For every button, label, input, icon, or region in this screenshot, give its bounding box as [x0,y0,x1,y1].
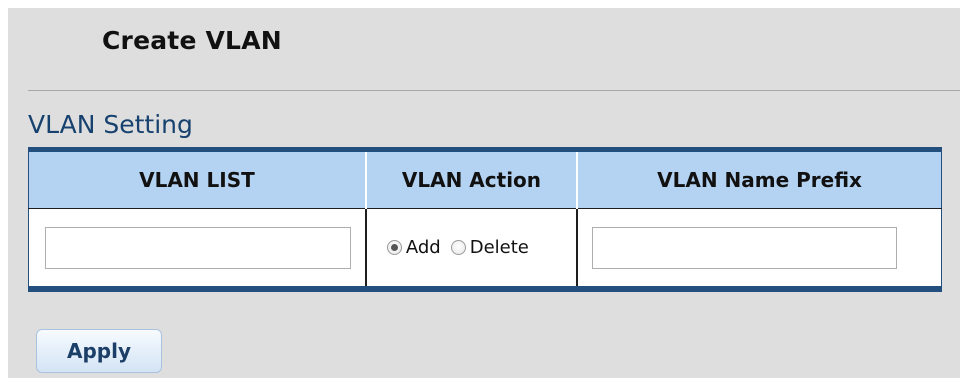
vlan-action-radio-group: Add Delete [367,209,576,286]
vlan-action-delete-option[interactable]: Delete [450,237,529,258]
vlan-name-prefix-input[interactable] [592,226,898,269]
column-header-vlan-action: VLAN Action [365,149,579,209]
vlan-name-prefix-cell [577,208,942,289]
vlan-action-cell: Add Delete [365,208,579,289]
vlan-list-input[interactable] [45,226,351,269]
add-radio-button[interactable] [386,240,402,255]
table-row: Add Delete [28,208,942,289]
add-radio-label: Add [405,237,441,258]
column-header-vlan-name-prefix: VLAN Name Prefix [577,149,942,209]
page-title: Create VLAN [102,26,282,55]
table-header-row: VLAN LIST VLAN Action VLAN Name Prefix [28,149,942,209]
column-header-vlan-list: VLAN LIST [28,149,367,209]
vlan-action-add-option[interactable]: Add [386,237,441,258]
delete-radio-button[interactable] [450,240,466,255]
apply-button[interactable]: Apply [36,329,162,373]
delete-radio-label: Delete [469,237,529,258]
vlan-setting-table: VLAN LIST VLAN Action VLAN Name Prefix A… [28,147,942,292]
title-divider [28,90,960,91]
vlan-list-cell [28,208,367,289]
section-title: VLAN Setting [28,110,193,139]
